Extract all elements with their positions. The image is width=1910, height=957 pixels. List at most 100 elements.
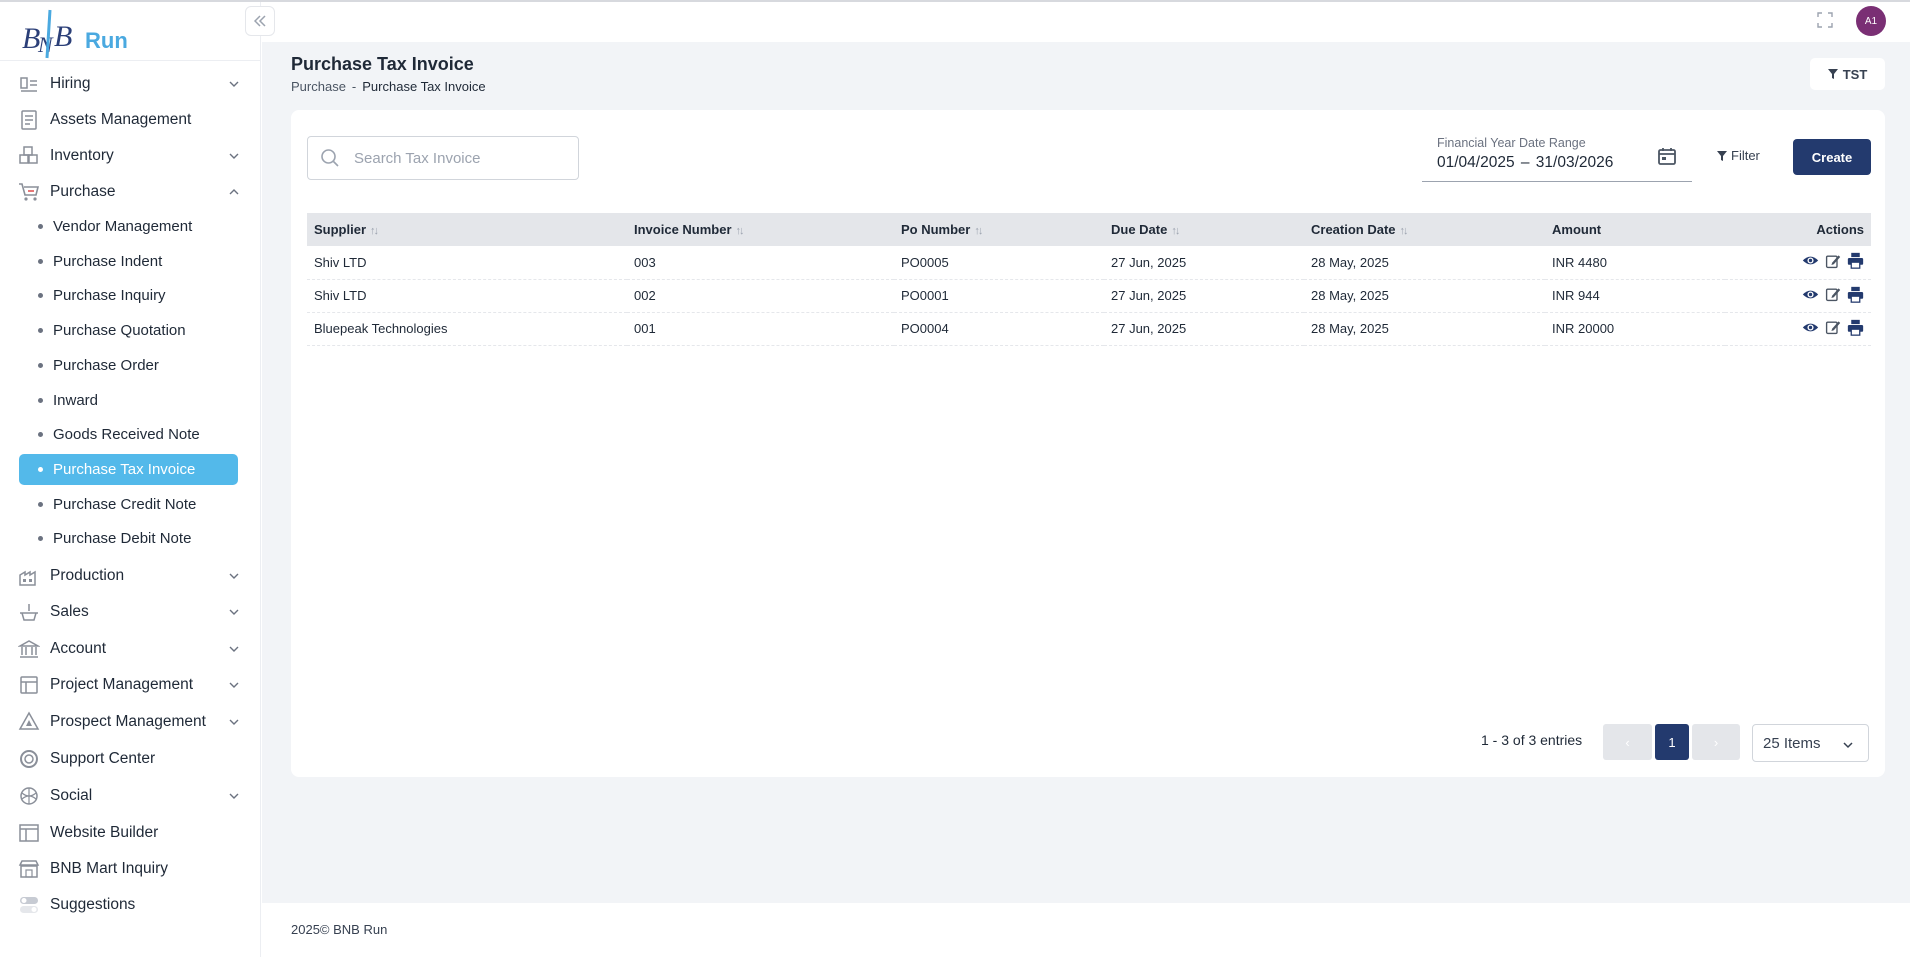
sidebar-subitem-purchase-credit-note[interactable]: Purchase Credit Note [19,489,238,520]
prospect-icon [18,711,40,733]
bnb-logo-icon: B N B [22,9,72,59]
create-button[interactable]: Create [1793,139,1871,175]
sidebar-item-inventory[interactable]: Inventory [18,141,240,171]
date-range-value[interactable]: 01/04/2025 – 31/03/2026 [1437,154,1613,172]
breadcrumb-current: Purchase Tax Invoice [362,79,486,94]
bullet-icon [38,363,43,368]
print-icon[interactable] [1847,286,1864,303]
sidebar-item-suggestions[interactable]: Suggestions [18,890,240,920]
bullet-icon [38,467,43,472]
sort-icon[interactable]: ↑↓ [370,225,379,237]
inventory-icon [18,145,40,167]
sales-icon [18,601,40,623]
sidebar-subitem-label: Purchase Indent [53,253,163,270]
sidebar-subitem-goods-received-note[interactable]: Goods Received Note [19,419,238,450]
table-row: Shiv LTD 003 PO0005 27 Jun, 2025 28 May, 202… [307,246,1871,279]
breadcrumb: Purchase - Purchase Tax Invoice [291,79,486,94]
items-per-page-select[interactable]: 25 Items [1752,724,1869,762]
date-range-field[interactable]: Financial Year Date Range 01/04/2025 – 3… [1422,132,1692,182]
pagination-next-button[interactable]: › [1692,724,1740,760]
cell-po: PO0005 [901,254,949,270]
chevron-down-icon [1843,742,1853,749]
sidebar-subitem-purchase-quotation[interactable]: Purchase Quotation [19,315,238,346]
column-header-label: Amount [1552,222,1602,237]
column-header-due-date[interactable]: Due Date ↑↓ [1104,213,1304,246]
search-box [307,136,579,180]
sidebar-item-website-builder[interactable]: Website Builder [18,818,240,848]
edit-icon[interactable] [1825,253,1841,269]
brand-logo[interactable]: B N B Run [20,6,130,60]
fullscreen-icon[interactable] [1817,12,1833,28]
sidebar-item-support-center[interactable]: Support Center [18,744,240,774]
sidebar-subitem-vendor-management[interactable]: Vendor Management [19,211,238,242]
view-eye-icon[interactable] [1802,286,1819,303]
bullet-icon [38,432,43,437]
view-eye-icon[interactable] [1802,319,1819,336]
sort-icon[interactable]: ↑↓ [1400,225,1409,237]
row-actions [1802,252,1864,270]
sidebar-subitem-purchase-tax-invoice[interactable]: Purchase Tax Invoice [19,454,238,485]
sidebar-item-production[interactable]: Production [18,561,240,591]
tst-filter-button[interactable]: TST [1810,58,1885,90]
print-icon[interactable] [1847,319,1864,336]
sidebar-item-label: Suggestions [50,896,136,913]
edit-icon[interactable] [1825,319,1841,335]
sidebar-subitem-purchase-debit-note[interactable]: Purchase Debit Note [19,523,238,554]
sidebar-subitem-inward[interactable]: Inward [19,385,238,416]
search-input[interactable] [354,149,564,167]
sort-icon[interactable]: ↑↓ [974,225,983,237]
sidebar-item-account[interactable]: Account [18,634,240,664]
sidebar-item-label: Purchase [50,183,116,200]
user-avatar[interactable]: A1 [1856,6,1886,36]
sidebar-subitem-label: Purchase Tax Invoice [53,461,196,478]
sidebar-item-assets-management[interactable]: Assets Management [18,105,240,135]
sort-icon[interactable]: ↑↓ [736,225,745,237]
sidebar-item-prospect-management[interactable]: Prospect Management [18,707,240,737]
cell-actions [1725,279,1871,312]
sidebar-item-label: Hiring [50,75,91,92]
sidebar-subitem-purchase-indent[interactable]: Purchase Indent [19,246,238,277]
chevron-down-icon [229,573,239,579]
sidebar-collapse-button[interactable] [245,6,275,36]
chevron-down-icon [229,153,239,159]
svg-text:N: N [37,32,54,57]
cell-invoice: 003 [634,254,656,270]
table-header: Supplier ↑↓ Invoice Number ↑↓ Po Number ↑↓ Due… [307,213,1871,246]
pagination-prev-button[interactable]: ‹ [1603,724,1652,760]
sidebar-item-purchase[interactable]: Purchase [18,177,240,207]
funnel-icon [1827,69,1838,79]
sidebar-subitem-purchase-inquiry[interactable]: Purchase Inquiry [19,280,238,311]
sidebar-item-label: Inventory [50,147,114,164]
cell-due: 27 Jun, 2025 [1111,321,1187,336]
sidebar-subitem-purchase-order[interactable]: Purchase Order [19,350,238,381]
cell-supplier: Shiv LTD [314,288,367,303]
sort-icon[interactable]: ↑↓ [1171,225,1180,237]
breadcrumb-parent[interactable]: Purchase [291,79,346,94]
sidebar-item-hiring[interactable]: Hiring [18,69,240,99]
bullet-icon [38,536,43,541]
column-header-invoice-number[interactable]: Invoice Number ↑↓ [627,213,894,246]
production-icon [18,565,40,587]
sidebar-item-label: Social [50,787,93,804]
sidebar-item-bnb-mart-inquiry[interactable]: BNB Mart Inquiry [18,854,240,884]
print-icon[interactable] [1847,252,1864,270]
sidebar-item-sales[interactable]: Sales [18,597,240,627]
calendar-icon[interactable] [1657,146,1677,166]
column-header-supplier[interactable]: Supplier ↑↓ [307,213,627,246]
pagination-page-1[interactable]: 1 [1655,724,1689,760]
column-header-label: Supplier [314,222,367,237]
column-header-creation-date[interactable]: Creation Date ↑↓ [1304,213,1545,246]
edit-icon[interactable] [1825,286,1841,302]
column-header-po-number[interactable]: Po Number ↑↓ [894,213,1104,246]
cell-supplier: Shiv LTD [314,254,367,270]
filter-button[interactable]: Filter [1717,148,1760,163]
row-actions [1802,286,1864,303]
project-icon [18,674,40,696]
sidebar-item-social[interactable]: Social [18,781,240,811]
sidebar-subitem-label: Purchase Credit Note [53,496,197,513]
sidebar-subitem-label: Purchase Order [53,357,159,374]
logo-divider [0,60,261,61]
sidebar-item-project-management[interactable]: Project Management [18,670,240,700]
view-eye-icon[interactable] [1802,252,1819,269]
app-root: B N B Run Hiring Assets Management Invento… [0,0,1910,957]
